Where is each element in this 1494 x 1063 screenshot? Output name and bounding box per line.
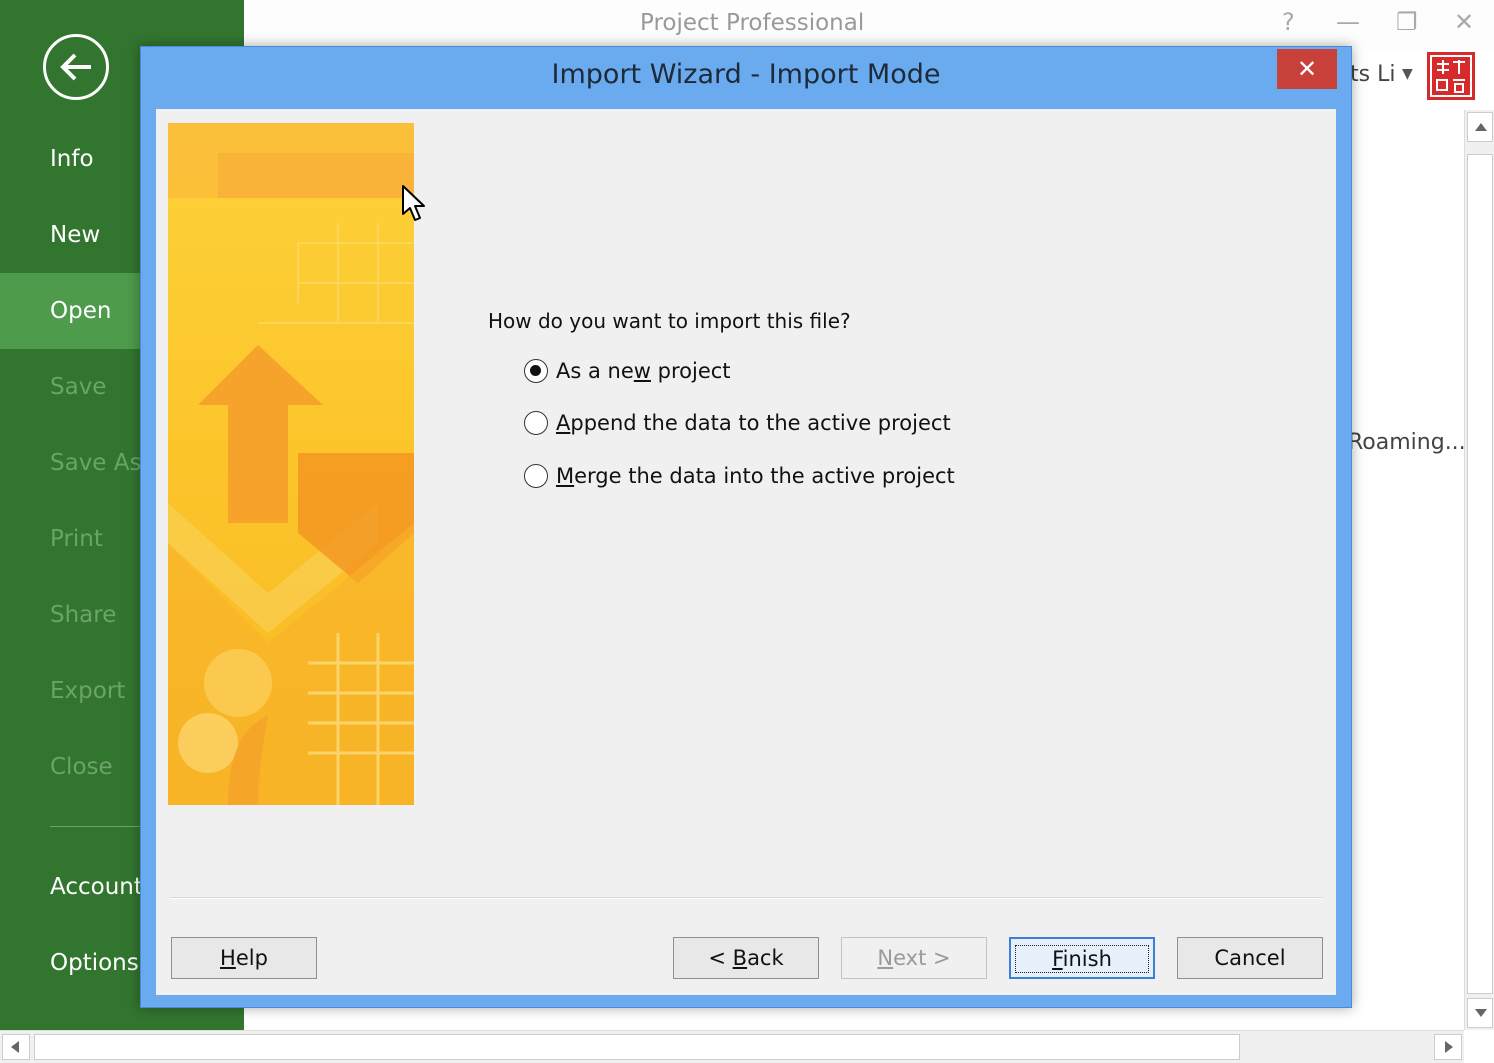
minimize-icon[interactable]: — — [1336, 8, 1360, 36]
app-titlebar — [244, 0, 1494, 50]
maximize-icon[interactable]: ❐ — [1396, 8, 1418, 36]
import-wizard-dialog: Import Wizard - Import Mode ✕ How do you… — [140, 46, 1352, 1008]
vertical-scrollbar[interactable] — [1464, 110, 1494, 1030]
nav-info[interactable]: Info — [0, 121, 140, 197]
radio-merge[interactable] — [524, 464, 548, 488]
option-new-project-label[interactable]: As a new project — [556, 359, 731, 383]
horizontal-scrollbar[interactable] — [0, 1030, 1464, 1063]
nav-new[interactable]: New — [0, 197, 140, 273]
scroll-right-icon[interactable] — [1434, 1034, 1462, 1060]
mouse-cursor-icon — [401, 184, 427, 228]
app-title: Project Professional — [640, 10, 865, 36]
back-button[interactable]: < Back — [673, 937, 819, 979]
help-icon[interactable]: ? — [1282, 8, 1295, 36]
close-window-icon[interactable]: ✕ — [1454, 8, 1474, 36]
nav-open[interactable]: Open — [0, 273, 140, 349]
nav-save: Save — [50, 374, 107, 400]
wizard-banner-image — [168, 123, 414, 805]
scroll-up-icon[interactable] — [1467, 112, 1493, 142]
caret-down-icon[interactable]: ▼ — [1402, 66, 1413, 82]
scroll-down-icon[interactable] — [1467, 998, 1493, 1028]
user-name[interactable]: ts Li — [1350, 62, 1395, 87]
finish-button[interactable]: Finish — [1009, 937, 1155, 979]
next-button: Next > — [841, 937, 987, 979]
nav-export: Export — [50, 678, 126, 704]
radio-new-project[interactable] — [524, 359, 548, 383]
background-text: Roaming... — [1348, 430, 1466, 455]
button-separator — [170, 897, 1322, 899]
option-append[interactable]: Append the data to the active project — [524, 411, 951, 435]
dialog-close-icon[interactable]: ✕ — [1277, 49, 1337, 89]
option-merge[interactable]: Merge the data into the active project — [524, 464, 955, 488]
horizontal-scroll-thumb[interactable] — [34, 1034, 1240, 1060]
option-new-project[interactable]: As a new project — [524, 359, 731, 383]
radio-append[interactable] — [524, 411, 548, 435]
nav-options[interactable]: Options — [0, 925, 140, 1001]
scroll-left-icon[interactable] — [2, 1034, 30, 1060]
dialog-body: How do you want to import this file? As … — [156, 109, 1336, 995]
nav-print: Print — [50, 526, 103, 552]
avatar[interactable] — [1427, 52, 1475, 100]
option-merge-label[interactable]: Merge the data into the active project — [556, 464, 955, 488]
nav-account[interactable]: Account — [0, 849, 143, 925]
nav-divider — [50, 826, 140, 827]
import-question: How do you want to import this file? — [488, 309, 851, 333]
dialog-title: Import Wizard - Import Mode — [551, 59, 941, 90]
back-arrow-icon[interactable] — [43, 34, 109, 100]
nav-save-as: Save As — [50, 450, 142, 476]
option-append-label[interactable]: Append the data to the active project — [556, 411, 951, 435]
nav-share: Share — [50, 602, 117, 628]
help-button[interactable]: Help — [171, 937, 317, 979]
nav-close: Close — [50, 754, 113, 780]
cancel-button[interactable]: Cancel — [1177, 937, 1323, 979]
vertical-scroll-thumb[interactable] — [1467, 154, 1493, 994]
